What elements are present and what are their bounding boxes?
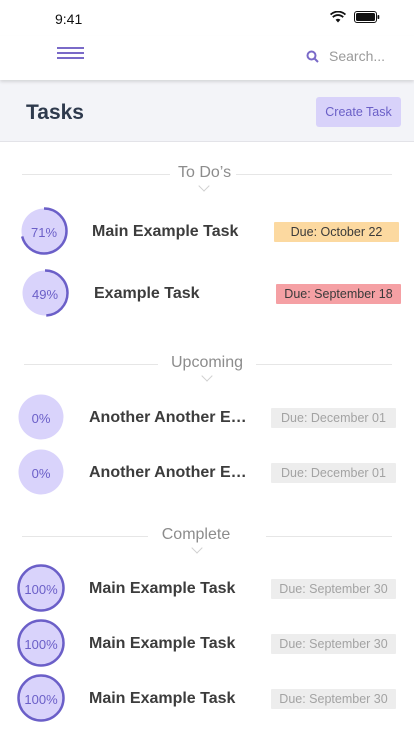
due-date-badge: Due: October 22 (274, 222, 399, 242)
task-name: Example Task (94, 285, 200, 302)
due-date-badge: Due: December 01 (271, 463, 396, 483)
section-divider (266, 536, 392, 537)
chevron-down-icon[interactable] (191, 542, 203, 554)
task-row[interactable]: 100% Main Example Task Due: September 30 (0, 564, 414, 614)
wifi-icon (330, 11, 346, 23)
progress-percent: 71% (30, 225, 58, 240)
top-bar (0, 36, 414, 80)
search-icon (306, 50, 319, 63)
progress-percent: 100% (24, 582, 58, 597)
page-title: Tasks (26, 101, 84, 124)
task-name: Main Example Task (89, 690, 236, 707)
task-row[interactable]: 49% Example Task Due: September 18 (0, 269, 414, 319)
chevron-down-icon[interactable] (198, 180, 210, 192)
section-label: Complete (161, 526, 231, 543)
task-row[interactable]: 0% Another Another Exa... Due: December 01 (0, 393, 414, 443)
page-header: Tasks Create Task (0, 80, 414, 142)
create-task-button[interactable]: Create Task (316, 97, 401, 127)
task-row[interactable]: 100% Main Example Task Due: September 30 (0, 619, 414, 669)
task-row[interactable]: 100% Main Example Task Due: September 30 (0, 674, 414, 724)
due-date-badge: Due: December 01 (271, 408, 396, 428)
task-row[interactable]: 0% Another Another Exa... Due: December 01 (0, 448, 414, 498)
search-box[interactable] (306, 45, 406, 67)
status-time: 9:41 (55, 11, 83, 27)
task-name: Another Another Exa... (89, 409, 253, 426)
section-divider (236, 174, 392, 175)
task-name: Main Example Task (89, 580, 236, 597)
section-label: To Do’s (178, 164, 232, 181)
task-name: Another Another Exa... (89, 464, 253, 481)
progress-percent: 0% (31, 466, 51, 481)
section-label: Upcoming (170, 354, 244, 371)
progress-percent: 0% (31, 411, 51, 426)
status-icons (330, 11, 380, 23)
status-bar: 9:41 (0, 0, 414, 36)
section-divider (24, 364, 158, 365)
due-date-badge: Due: September 18 (276, 284, 401, 304)
task-name: Main Example Task (92, 223, 239, 240)
section-divider (22, 536, 148, 537)
due-date-badge: Due: September 30 (271, 634, 396, 654)
search-input[interactable] (329, 48, 399, 64)
progress-percent: 100% (24, 692, 58, 707)
task-name: Main Example Task (89, 635, 236, 652)
progress-percent: 100% (24, 637, 58, 652)
battery-icon (354, 11, 380, 23)
progress-percent: 49% (31, 287, 59, 302)
chevron-down-icon[interactable] (201, 370, 213, 382)
due-date-badge: Due: September 30 (271, 579, 396, 599)
hamburger-menu-icon[interactable] (57, 47, 84, 63)
section-divider (256, 364, 392, 365)
section-header[interactable]: To Do’s (0, 164, 414, 192)
section-divider (22, 174, 170, 175)
section-header[interactable]: Upcoming (0, 354, 414, 382)
section-header[interactable]: Complete (0, 526, 414, 554)
due-date-badge: Due: September 30 (271, 689, 396, 709)
task-row[interactable]: 71% Main Example Task Due: October 22 (0, 207, 414, 257)
